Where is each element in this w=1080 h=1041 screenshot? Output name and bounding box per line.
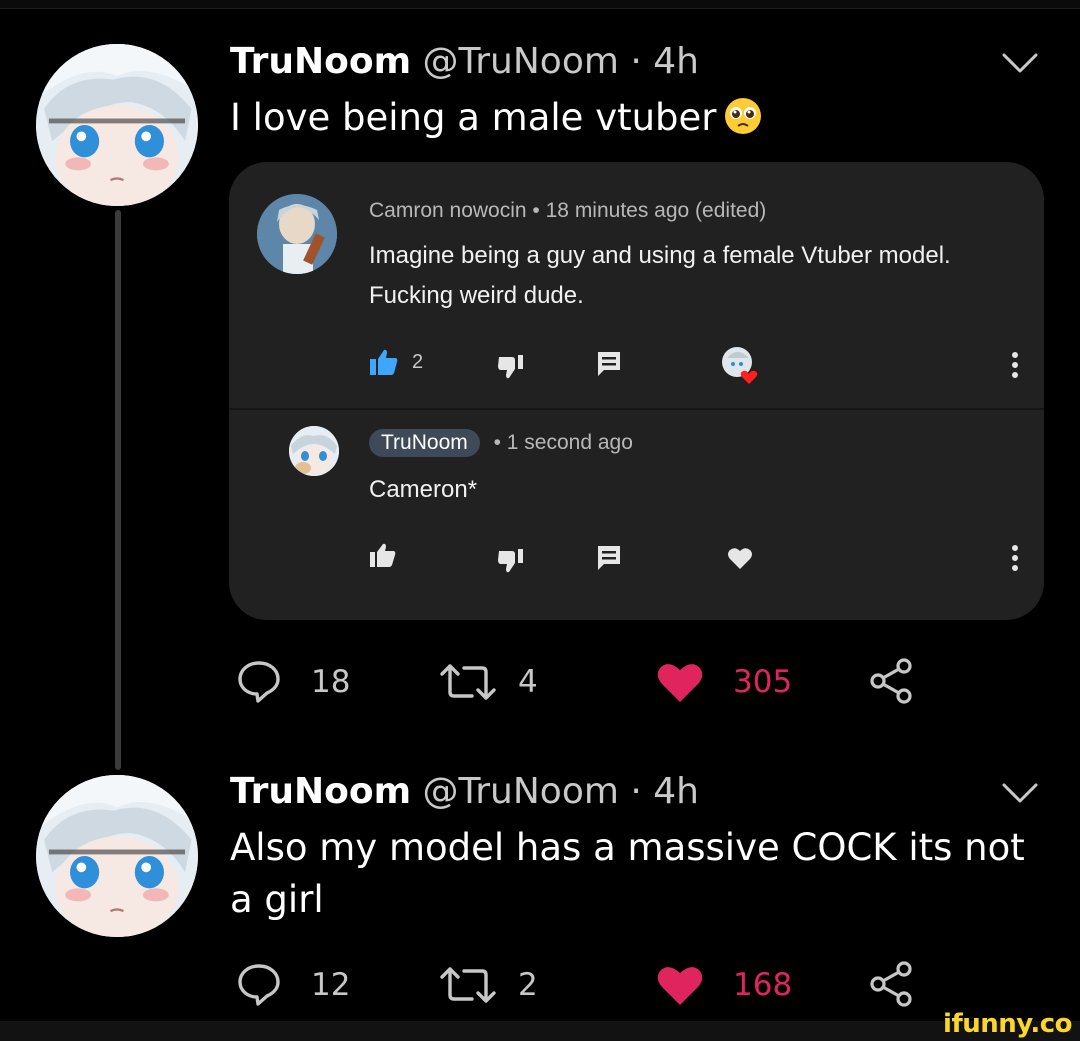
top-edge bbox=[0, 0, 1080, 9]
share-icon[interactable] bbox=[866, 959, 916, 1009]
thumbs-up-icon[interactable] bbox=[369, 542, 397, 568]
reply-count: 18 bbox=[311, 664, 351, 700]
like-count: 168 bbox=[733, 967, 793, 1003]
tweet-text: I love being a male vtuber bbox=[230, 96, 717, 139]
bottom-bar bbox=[0, 1021, 1080, 1041]
more-options-icon[interactable] bbox=[1011, 544, 1019, 572]
bullet: • bbox=[493, 431, 501, 454]
timestamp[interactable]: 4h bbox=[653, 771, 699, 812]
retweet-count: 4 bbox=[518, 664, 538, 700]
thread-line bbox=[115, 210, 121, 770]
pleading-face-icon bbox=[724, 98, 761, 134]
handle[interactable]: @TruNoom bbox=[423, 771, 619, 812]
tweet-2-header: TruNoom @TruNoom · 4h bbox=[230, 772, 699, 812]
retweet-icon[interactable] bbox=[438, 662, 498, 702]
commenter-avatar[interactable] bbox=[257, 194, 337, 274]
youtube-comment-screenshot: Camron nowocin • 18 minutes ago (edited)… bbox=[229, 162, 1044, 620]
timestamp[interactable]: 4h bbox=[653, 41, 699, 82]
reply-time: 1 second ago bbox=[506, 431, 633, 454]
heart-icon[interactable] bbox=[727, 546, 753, 570]
tweet-2-text: Also my model has a massive COCK its not… bbox=[230, 826, 1025, 921]
comment-author[interactable]: Camron nowocin bbox=[369, 199, 527, 222]
comment-like-count: 2 bbox=[412, 351, 424, 373]
comment-divider bbox=[229, 408, 1044, 410]
liked-heart-icon[interactable] bbox=[656, 963, 704, 1007]
reply-comment-icon[interactable] bbox=[596, 350, 622, 378]
liked-heart-icon[interactable] bbox=[656, 660, 704, 704]
reply-comment-icon[interactable] bbox=[596, 544, 622, 572]
bullet: • bbox=[532, 199, 540, 222]
reply-count: 12 bbox=[311, 967, 351, 1003]
reply-avatar[interactable] bbox=[289, 426, 339, 476]
tweet-2-avatar[interactable] bbox=[36, 775, 198, 937]
more-options-icon[interactable] bbox=[1011, 351, 1019, 379]
comment-meta: Camron nowocin • 18 minutes ago (edited) bbox=[369, 199, 766, 223]
tweet-1-header: TruNoom @TruNoom · 4h bbox=[230, 42, 699, 82]
share-icon[interactable] bbox=[866, 656, 916, 706]
handle[interactable]: @TruNoom bbox=[423, 41, 619, 82]
tweet-1-avatar[interactable] bbox=[36, 44, 198, 206]
comment-time: 18 minutes ago (edited) bbox=[545, 199, 767, 222]
reply-meta: TruNoom • 1 second ago bbox=[369, 429, 633, 457]
chevron-down-icon[interactable] bbox=[1000, 50, 1040, 76]
comment-text: Imagine being a guy and using a female V… bbox=[369, 242, 951, 309]
reply-text: Cameron* bbox=[369, 476, 478, 503]
retweet-icon[interactable] bbox=[438, 965, 498, 1005]
reply-icon[interactable] bbox=[236, 962, 282, 1008]
separator: · bbox=[630, 41, 642, 82]
retweet-count: 2 bbox=[518, 967, 538, 1003]
like-count: 305 bbox=[733, 664, 793, 700]
reply-author-badge[interactable]: TruNoom bbox=[369, 429, 480, 457]
reply-icon[interactable] bbox=[236, 659, 282, 705]
display-name[interactable]: TruNoom bbox=[230, 771, 411, 812]
thumbs-down-icon[interactable] bbox=[497, 548, 525, 574]
separator: · bbox=[630, 771, 642, 812]
thumbs-down-icon[interactable] bbox=[497, 354, 525, 380]
thumbs-up-filled-icon[interactable] bbox=[369, 348, 399, 376]
display-name[interactable]: TruNoom bbox=[230, 41, 411, 82]
chevron-down-icon[interactable] bbox=[1000, 780, 1040, 806]
tweet-1-text: I love being a male vtuber bbox=[230, 92, 1010, 144]
ifunny-watermark: ifunny.co bbox=[943, 1009, 1072, 1039]
creator-heart-icon[interactable] bbox=[719, 344, 761, 386]
